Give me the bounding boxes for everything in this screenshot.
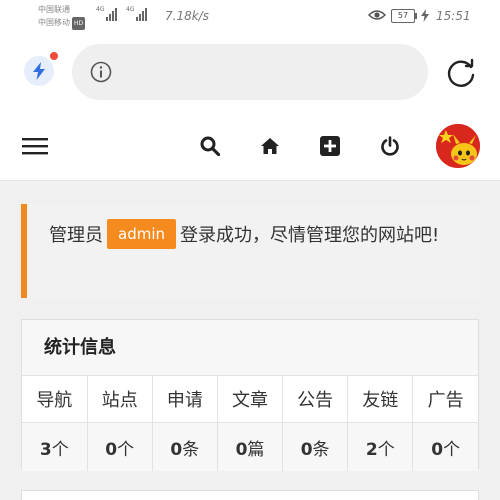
- stats-label: 广告: [412, 376, 478, 423]
- stats-values-row: 3个 0个 0条 0篇 0条 2个 0个: [22, 422, 478, 471]
- stats-value-number: 0: [105, 439, 118, 460]
- stats-value-number: 0: [431, 439, 444, 460]
- carrier-2-label: 中国移动: [38, 18, 70, 27]
- browser-toolbar: [0, 34, 500, 112]
- clock: 15:51: [436, 9, 471, 23]
- stats-value-unit: 条: [182, 439, 200, 460]
- stats-label: 申请: [152, 376, 218, 423]
- stats-value-number: 0: [170, 439, 183, 460]
- carrier-info: 中国联通 中国移动 HD: [38, 3, 86, 30]
- alert-text: 管理员 admin 登录成功，尽情管理您的网站吧!: [49, 219, 459, 252]
- refresh-icon[interactable]: [444, 56, 478, 94]
- stats-value-unit: 个: [117, 439, 135, 460]
- signal-icon-2: 4G: [126, 6, 147, 21]
- info-icon[interactable]: [90, 61, 112, 87]
- battery-icon: 57: [391, 9, 417, 23]
- stats-value-unit: 个: [377, 439, 395, 460]
- username-badge: admin: [107, 219, 176, 249]
- net-speed: 7.18k/s: [165, 9, 209, 23]
- stats-label: 站点: [87, 376, 153, 423]
- lightning-icon[interactable]: [24, 56, 54, 86]
- hd-badge: HD: [72, 17, 86, 30]
- stats-panel: 统计信息 导航 站点 申请 文章 公告 友链 广告 3个 0个 0条 0篇 0条…: [21, 319, 479, 471]
- avatar[interactable]: [436, 124, 480, 168]
- stats-value-unit: 篇: [247, 439, 265, 460]
- status-bar: 中国联通 中国移动 HD 4G 4G 7.18k/s 57 15:51: [0, 0, 500, 34]
- stats-value: 0个: [87, 422, 153, 471]
- carrier-2: 中国移动 HD: [38, 16, 86, 30]
- page: 中国联通 中国移动 HD 4G 4G 7.18k/s 57 15:51 管理员 …: [0, 0, 500, 500]
- stats-value-number: 0: [300, 439, 313, 460]
- menu-icon[interactable]: [22, 134, 48, 158]
- eye-icon: [367, 9, 387, 23]
- stats-value: 3个: [22, 422, 88, 471]
- stats-labels-row: 导航 站点 申请 文章 公告 友链 广告: [22, 376, 478, 423]
- carrier-1: 中国联通: [38, 5, 70, 14]
- stats-title: 统计信息: [22, 320, 478, 376]
- stats-label: 导航: [22, 376, 88, 423]
- alert-message: 登录成功，尽情管理您的网站吧!: [180, 225, 440, 246]
- stats-value-number: 3: [39, 439, 52, 460]
- stats-value: 0篇: [217, 422, 284, 471]
- charging-icon: [421, 9, 429, 24]
- stats-value: 0个: [412, 422, 478, 471]
- stats-label: 公告: [282, 376, 349, 423]
- stats-table: 导航 站点 申请 文章 公告 友链 广告 3个 0个 0条 0篇 0条 2个 0…: [22, 376, 478, 471]
- stats-value-unit: 个: [51, 439, 69, 460]
- address-bar[interactable]: [72, 44, 428, 100]
- next-panel: [21, 490, 479, 500]
- stats-value-unit: 个: [443, 439, 461, 460]
- stats-label: 文章: [217, 376, 284, 423]
- signal-label-1: 4G: [96, 6, 105, 13]
- welcome-alert: 管理员 admin 登录成功，尽情管理您的网站吧!: [21, 204, 479, 298]
- stats-value: 2个: [347, 422, 414, 471]
- alert-prefix: 管理员: [49, 225, 103, 246]
- signal-label-2: 4G: [126, 6, 135, 13]
- power-icon[interactable]: [378, 134, 402, 158]
- site-header: [0, 112, 500, 181]
- add-icon[interactable]: [318, 134, 342, 158]
- home-icon[interactable]: [258, 134, 282, 158]
- search-icon[interactable]: [198, 134, 222, 158]
- stats-value: 0条: [282, 422, 349, 471]
- stats-value-unit: 条: [312, 439, 330, 460]
- stats-value-number: 2: [365, 439, 378, 460]
- stats-label: 友链: [347, 376, 414, 423]
- stats-value: 0条: [152, 422, 218, 471]
- notification-dot: [50, 52, 58, 60]
- stats-value-number: 0: [235, 439, 248, 460]
- signal-icon: 4G: [96, 6, 117, 21]
